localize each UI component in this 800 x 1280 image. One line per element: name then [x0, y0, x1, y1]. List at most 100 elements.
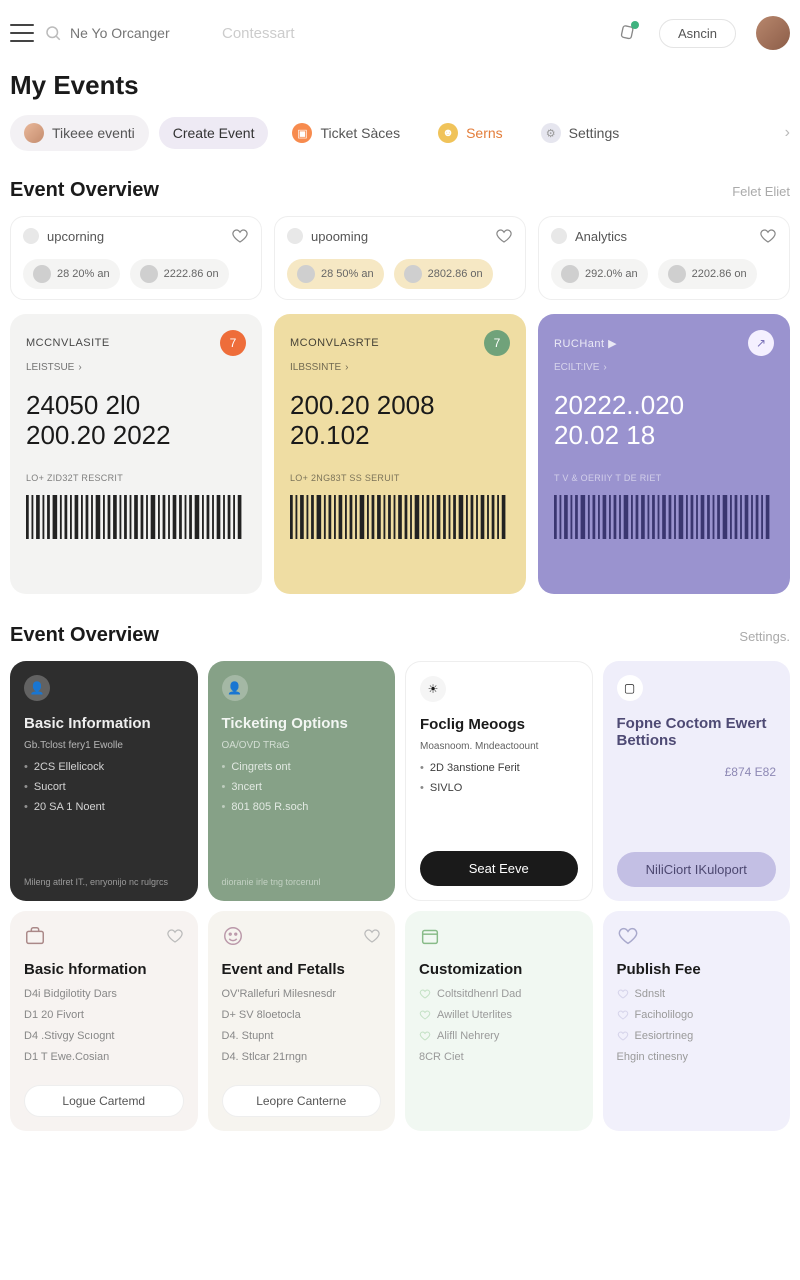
card-title: Foclig Meoogs	[420, 716, 578, 733]
card-button[interactable]: Logue Cartemd	[24, 1085, 184, 1117]
card-sub: Gb.Tclost fery1 Ewolle	[24, 740, 184, 751]
card-ticketing-options[interactable]: 👤 Ticketing Options OA/OVD TRaG Cingrets…	[208, 661, 396, 901]
heart-icon[interactable]	[759, 227, 777, 245]
briefcase-icon	[24, 925, 46, 947]
heart-icon	[419, 1009, 431, 1021]
barcode	[290, 493, 510, 541]
chevron-right-icon[interactable]: ›	[785, 124, 790, 142]
card-foclig[interactable]: ☀ Foclig Meoogs Moasnoom. Mndeactoount 2…	[405, 661, 593, 901]
ticket-footer: LO+ 2NG83T SS SERUIT	[290, 473, 510, 483]
ticket-card-2[interactable]: MCONVLASRTE7 ILBSSINTE› 200.20 200820.10…	[274, 314, 526, 594]
user-avatar[interactable]	[756, 16, 790, 50]
section-header: Event Overview Felet Eliet	[10, 179, 790, 202]
cards-grid: 👤 Basic Information Gb.Tclost fery1 Ewol…	[10, 661, 790, 1131]
tab-settings[interactable]: ⚙Settings	[527, 115, 634, 151]
search-input[interactable]	[70, 25, 200, 41]
tab-serns[interactable]: ☻Serns	[424, 115, 517, 151]
heart-icon[interactable]	[617, 925, 639, 947]
chip: 2222.86 on	[130, 259, 229, 289]
header-action-button[interactable]: Asncin	[659, 19, 736, 48]
search-icon	[44, 24, 62, 42]
card-title: Customization	[419, 961, 579, 978]
status-dot	[287, 228, 303, 244]
card-event-details[interactable]: Event and Fetalls OV'Rallefuri Milesnesd…	[208, 911, 396, 1131]
ticket-category: MCCNVLASITE	[26, 337, 110, 349]
tabs-bar: Tikeee eventi Create Event ▣Ticket Sàces…	[10, 115, 790, 151]
avatar-icon: 👤	[222, 675, 248, 701]
card-list: 2CS EllelicockSucort20 SA 1 Noent	[24, 761, 184, 813]
card-title: Fopne Coctom Ewert Bettions	[617, 715, 777, 749]
search-bar[interactable]: Contessart	[44, 24, 607, 42]
card-list: Cingrets ont3ncert801 805 R.soch	[222, 761, 382, 813]
menu-icon[interactable]	[10, 24, 34, 42]
card-basic-info-2[interactable]: Basic hformation D4i Bidgilotity DarsD1 …	[10, 911, 198, 1131]
ticket-sub: ECILT:IVE›	[554, 362, 774, 373]
card-publish-fee[interactable]: Publish Fee SdnsltFaciholilogoEesiortrin…	[603, 911, 791, 1131]
card-list: Coltsitdhenrl DadAwillet UterlitesAlifll…	[419, 988, 579, 1063]
avatar-icon	[24, 123, 44, 143]
search-secondary: Contessart	[222, 25, 295, 42]
tab-ticket-sales[interactable]: ▣Ticket Sàces	[278, 115, 414, 151]
card-footer: Mileng atlret IT., enryonijo nc rulgrcs	[24, 877, 184, 887]
card-button[interactable]: Leopre Canterne	[222, 1085, 382, 1117]
ticket-row: MCCNVLASITE 7 LEISTSUE› 24050 2l0200.20 2…	[10, 314, 790, 594]
heart-icon	[419, 988, 431, 1000]
ticket-category: MCONVLASRTE	[290, 337, 379, 349]
chip: 2802.86 on	[394, 259, 493, 289]
tab-create-event[interactable]: Create Event	[159, 117, 269, 149]
ticket-number: 24050 2l0200.20 2022	[26, 391, 246, 451]
card-list: D4i Bidgilotity DarsD1 20 FivortD4 .Stiv…	[24, 988, 184, 1063]
card-basic-info[interactable]: 👤 Basic Information Gb.Tclost fery1 Ewol…	[10, 661, 198, 901]
heart-icon[interactable]	[495, 227, 513, 245]
ticket-card-1[interactable]: MCCNVLASITE 7 LEISTSUE› 24050 2l0200.20 2…	[10, 314, 262, 594]
overview-card-analytics[interactable]: Analytics 292.0% an2202.86 on	[538, 216, 790, 300]
heart-icon	[419, 1030, 431, 1042]
heart-icon	[617, 1009, 629, 1021]
overview-card-upcoming-2[interactable]: upooming 28 50% an 2802.86 on	[274, 216, 526, 300]
card-price: £874 E82	[617, 765, 777, 779]
ticket-badge: 7	[220, 330, 246, 356]
seat-button[interactable]: Seat Eeve	[420, 851, 578, 886]
heart-icon[interactable]	[231, 227, 249, 245]
overview-row: upcorning 28 20% an2222.86 on upooming 2…	[10, 216, 790, 300]
card-customization[interactable]: Customization Coltsitdhenrl DadAwillet U…	[405, 911, 593, 1131]
barcode	[26, 493, 246, 541]
section-header-2: Event Overview Settings.	[10, 624, 790, 647]
heart-icon[interactable]	[166, 927, 184, 945]
ticket-badge: ↗	[748, 330, 774, 356]
card-list: 2D 3anstione FeritSIVLO	[420, 762, 578, 794]
card-list: SdnsltFaciholilogoEesiortrinegEhgin ctin…	[617, 988, 777, 1063]
app-header: Contessart Asncin	[10, 12, 790, 66]
tab-label: Ticket Sàces	[320, 125, 400, 141]
barcode	[554, 493, 774, 541]
tab-tickets[interactable]: Tikeee eventi	[10, 115, 149, 151]
tab-label: Create Event	[173, 125, 255, 141]
ticket-sub: LEISTSUE›	[26, 362, 246, 373]
status-dot	[23, 228, 39, 244]
card-button[interactable]: NiliCiort IKuloport	[617, 852, 777, 887]
avatar-icon: 👤	[24, 675, 50, 701]
heart-icon[interactable]	[363, 927, 381, 945]
card-title: Basic hformation	[24, 961, 184, 978]
smiley-icon	[222, 925, 244, 947]
notification-icon[interactable]	[617, 23, 637, 43]
card-custom-event[interactable]: ▢ Fopne Coctom Ewert Bettions £874 E82 N…	[603, 661, 791, 901]
card-sub: OA/OVD TRaG	[222, 740, 382, 751]
notification-dot	[631, 21, 639, 29]
overview-card-upcoming-1[interactable]: upcorning 28 20% an2222.86 on	[10, 216, 262, 300]
ticket-number: 20222..02020.02 18	[554, 391, 774, 451]
section-link[interactable]: Settings.	[739, 629, 790, 644]
section-title: Event Overview	[10, 179, 159, 202]
box-icon	[419, 925, 441, 947]
card-label: upooming	[311, 229, 368, 244]
card-title: Basic Information	[24, 715, 184, 732]
tab-label: Serns	[466, 125, 503, 141]
gear-icon: ⚙	[541, 123, 561, 143]
ticket-footer: LO+ ZID32T RESCRIT	[26, 473, 246, 483]
ticket-card-3[interactable]: RUCHant ▶↗ ECILT:IVE› 20222..02020.02 18…	[538, 314, 790, 594]
chip: 28 50% an	[287, 259, 384, 289]
card-sub: Moasnoom. Mndeactoount	[420, 741, 578, 752]
chip: 292.0% an	[551, 259, 648, 289]
section-title: Event Overview	[10, 624, 159, 647]
section-link[interactable]: Felet Eliet	[732, 184, 790, 199]
